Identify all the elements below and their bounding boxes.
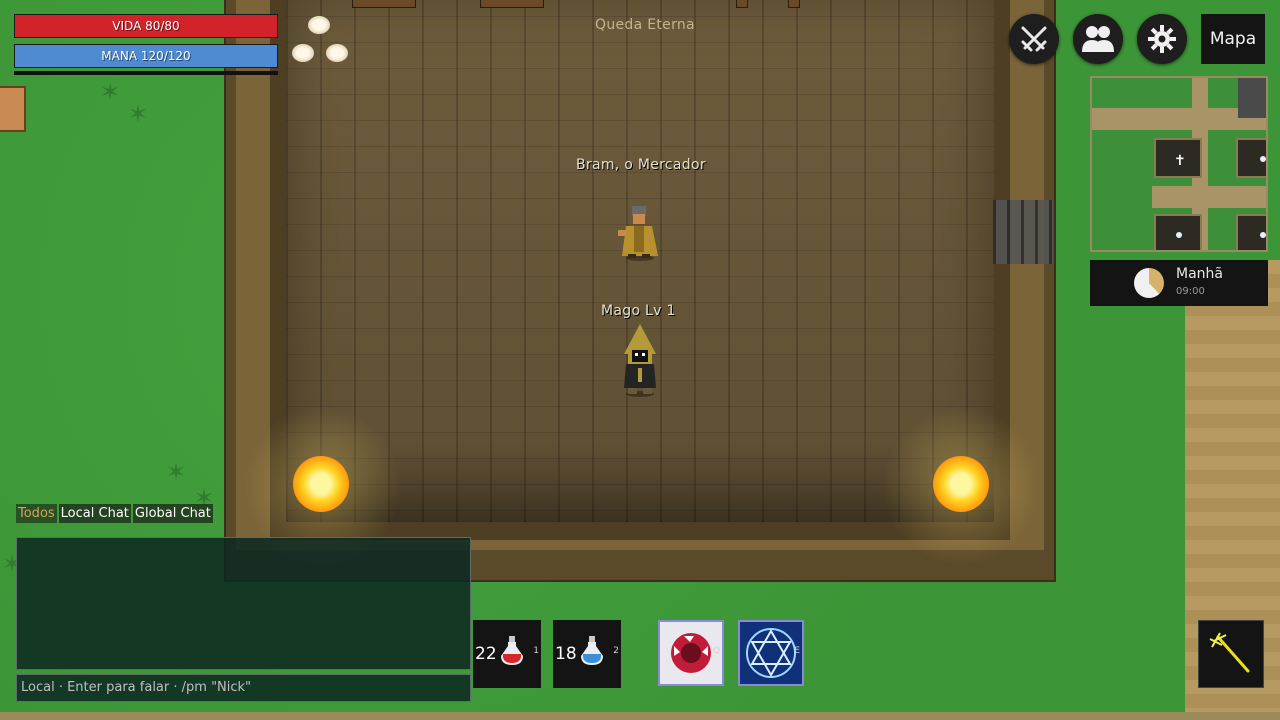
chat-tabs: Todos Local Chat Global Chat	[16, 504, 213, 523]
map-button-label: Mapa	[1209, 29, 1257, 49]
torch-left	[293, 456, 349, 512]
player-mage[interactable]	[616, 324, 664, 398]
party-icon	[1082, 26, 1114, 52]
item-count: 22	[475, 644, 497, 664]
tree-stump	[0, 86, 26, 132]
mana-bar: MANA 120/120	[14, 44, 278, 68]
hotbar-slot-health-potion[interactable]: 22 1	[473, 620, 541, 688]
stool	[326, 44, 348, 62]
minimap-marker	[1260, 232, 1266, 238]
torch-right	[933, 456, 989, 512]
chat-tab-local[interactable]: Local Chat	[58, 504, 131, 523]
stool	[308, 16, 330, 34]
bookshelf	[480, 0, 544, 8]
health-potion-icon	[501, 636, 523, 665]
grass-tuft: ✶	[128, 100, 149, 128]
chat-input[interactable]: Local · Enter para falar · /pm "Nick"	[16, 674, 471, 702]
health-bar: VIDA 80/80	[14, 14, 278, 38]
minimap-marker	[1260, 156, 1266, 162]
dirt-edge	[0, 712, 1280, 720]
minimap-road	[1152, 186, 1266, 208]
chat-log[interactable]	[16, 537, 471, 670]
party-button[interactable]	[1073, 14, 1123, 64]
minimap[interactable]: ✝	[1090, 76, 1268, 252]
chat-input-placeholder: Local · Enter para falar · /pm "Nick"	[21, 680, 252, 695]
chat-tab-global[interactable]: Global Chat	[132, 504, 213, 523]
player-name-label: Mago Lv 1	[601, 303, 676, 319]
weapon-slot[interactable]	[1198, 620, 1264, 688]
hotkey-label: 2	[613, 646, 619, 656]
day-cycle-clock-icon	[1134, 268, 1164, 298]
arcane-hexagram-icon	[740, 622, 802, 684]
npc-name-label: Bram, o Mercador	[576, 157, 706, 173]
stool	[292, 44, 314, 62]
chat-tab-all[interactable]: Todos	[16, 504, 57, 523]
item-count: 18	[555, 644, 577, 664]
time-panel: Manhã 09:00	[1090, 260, 1268, 306]
health-label: VIDA 80/80	[112, 19, 180, 33]
crossed-swords-icon	[1021, 26, 1047, 52]
mana-label: MANA 120/120	[101, 49, 191, 63]
minimap-building	[1238, 78, 1266, 118]
hotbar-slot-mana-potion[interactable]: 18 2	[553, 620, 621, 688]
location-label: Queda Eterna	[595, 17, 695, 33]
hotkey-label: Q	[712, 646, 720, 656]
gear-icon	[1148, 25, 1176, 53]
hotkey-label: E	[794, 646, 800, 656]
grass-tuft: ✶	[166, 458, 187, 486]
settings-button[interactable]	[1137, 14, 1187, 64]
minimap-marker	[1176, 232, 1182, 238]
pvp-button[interactable]	[1009, 14, 1059, 64]
grass-tuft: ✶	[100, 78, 121, 106]
experience-bar	[14, 71, 278, 75]
post	[788, 0, 800, 8]
player-marker-icon: ✝	[1174, 153, 1186, 169]
mana-potion-icon	[581, 636, 603, 665]
hotkey-label: 1	[533, 646, 539, 656]
map-button[interactable]: Mapa	[1201, 14, 1265, 64]
time-clock: 09:00	[1176, 286, 1205, 297]
iron-grate	[993, 200, 1053, 264]
merchant-npc[interactable]	[614, 204, 664, 262]
bookshelf	[352, 0, 416, 8]
time-period: Manhã	[1176, 266, 1223, 282]
post	[736, 0, 748, 8]
skill-slot-q[interactable]: Q	[658, 620, 724, 686]
skill-slot-e[interactable]: E	[738, 620, 804, 686]
magic-wand-icon	[1209, 632, 1250, 673]
